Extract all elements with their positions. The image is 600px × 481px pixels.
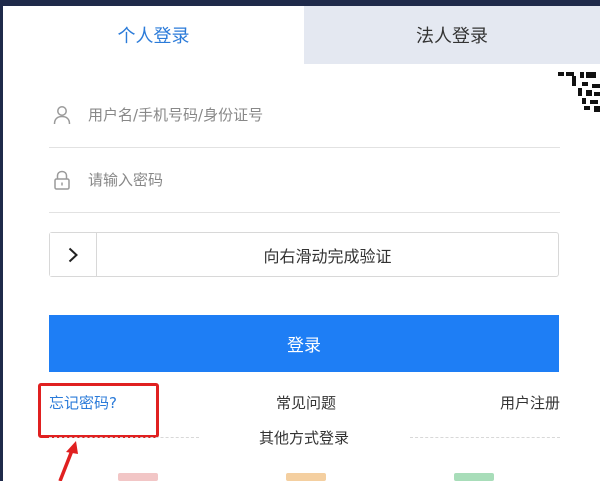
tab-legal-login[interactable]: 法人登录 (304, 6, 600, 64)
password-input[interactable] (86, 170, 530, 190)
login-tabs: 个人登录 法人登录 (3, 6, 600, 64)
highlight-annotation-box (38, 383, 159, 438)
qr-code-icon[interactable] (558, 70, 600, 112)
slider-label: 向右滑动完成验证 (263, 246, 392, 266)
divider-right (410, 437, 560, 438)
register-link[interactable]: 用户注册 (500, 392, 560, 413)
user-icon (51, 104, 73, 126)
tab-personal-login[interactable]: 个人登录 (3, 6, 304, 64)
annotation-arrow-icon (58, 441, 78, 481)
faq-link[interactable]: 常见问题 (276, 392, 336, 413)
login-panel: 个人登录 法人登录 用户名/手机号码/身份证号 向右滑动完成验证 登录 忘记密码… (0, 0, 600, 481)
slider-handle[interactable] (50, 233, 97, 276)
login-button[interactable]: 登录 (49, 315, 559, 372)
alt-login-icon-2[interactable] (286, 473, 326, 481)
slide-verification[interactable]: 向右滑动完成验证 (49, 232, 559, 277)
lock-icon (51, 169, 73, 191)
divider-left (49, 437, 199, 438)
alt-login-icon-1[interactable] (118, 473, 158, 481)
password-field (49, 148, 560, 213)
other-login-label: 其他方式登录 (258, 429, 349, 447)
chevron-right-icon (68, 247, 78, 262)
alt-login-icon-3[interactable] (454, 473, 494, 481)
username-field (49, 83, 560, 148)
window-left-edge (0, 0, 3, 481)
username-input[interactable] (86, 105, 530, 125)
